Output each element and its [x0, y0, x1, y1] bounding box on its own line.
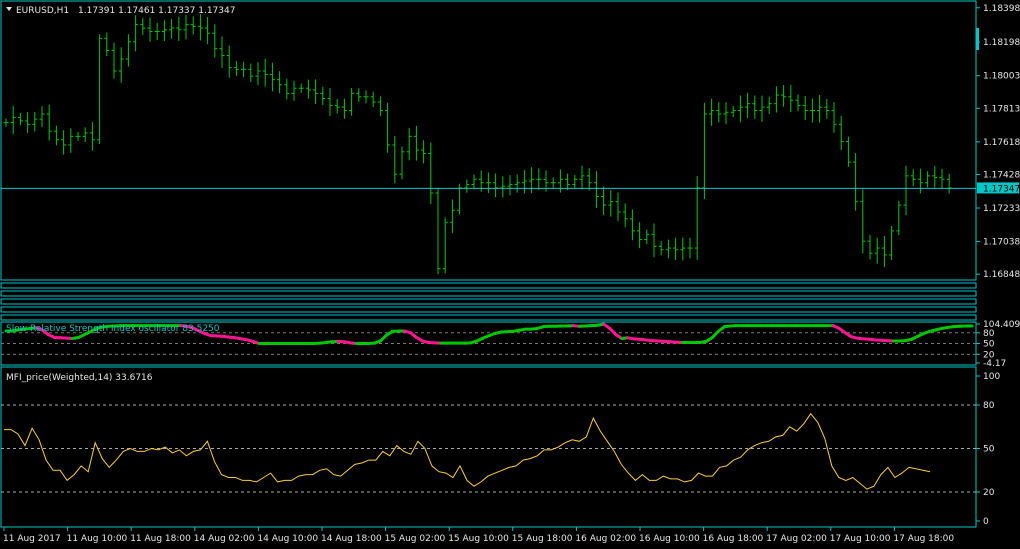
price-axis-label: 1.17813 — [983, 104, 1020, 114]
time-axis-label: 15 Aug 10:00 — [448, 534, 509, 544]
mfi-axis: 100 80 50 20 0 — [976, 372, 1000, 527]
mfi-indicator-label: MFI_price(Weighted,14) 33.6716 — [6, 373, 153, 383]
mfi-axis-label: 50 — [983, 445, 995, 455]
mfi-axis-label: 0 — [983, 517, 989, 527]
rsi-axis: 104.4095805020-4.17 — [976, 320, 1020, 369]
price-scroll-marker[interactable] — [976, 28, 979, 50]
time-axis-label: 16 Aug 10:00 — [639, 534, 700, 544]
rsi-indicator-label: Slow Relative Strength Index oscillator … — [6, 324, 220, 334]
chart-ohlc: 1.17391 1.17461 1.17337 1.17347 — [78, 6, 235, 16]
time-axis-label: 11 Aug 10:00 — [67, 534, 128, 544]
price-axis-label: 1.18003 — [983, 72, 1020, 82]
time-axis-label: 16 Aug 02:00 — [575, 534, 636, 544]
time-axis-label: 14 Aug 02:00 — [194, 534, 255, 544]
time-axis-label: 16 Aug 18:00 — [703, 534, 764, 544]
price-axis-label: 1.17618 — [983, 138, 1020, 148]
price-axis-label: 1.16848 — [983, 270, 1020, 280]
chart-symbol: EURUSD,H1 — [16, 6, 69, 16]
time-axis[interactable]: 11 Aug 2017 11 Aug 10:00 11 Aug 18:00 14 Au… — [3, 527, 954, 544]
time-axis-label: 17 Aug 10:00 — [830, 534, 891, 544]
price-axis-label: 1.17428 — [983, 171, 1020, 181]
trading-chart[interactable]: EURUSD,H1 1.17391 1.17461 1.17337 1.1734… — [0, 0, 1020, 549]
rsi-axis-label: -4.17 — [983, 359, 1006, 369]
price-axis[interactable]: 1.18398 1.18198 1.18003 1.17813 1.17618 1.174… — [976, 4, 1020, 280]
price-axis-label: 1.18198 — [983, 38, 1020, 48]
price-axis-label: 1.18398 — [983, 4, 1020, 14]
indicator-strip — [0, 282, 977, 289]
collapsed-indicator-strips — [0, 282, 977, 321]
rsi-pane[interactable]: Slow Relative Strength Index oscillator … — [0, 321, 977, 366]
mfi-pane[interactable]: MFI_price(Weighted,14) 33.6716 — [0, 366, 977, 528]
main-pane-frame — [0, 0, 977, 281]
mfi-axis-label: 20 — [983, 488, 995, 498]
time-axis-label: 15 Aug 18:00 — [512, 534, 573, 544]
indicator-strip — [0, 314, 977, 321]
indicator-strip — [0, 290, 977, 297]
price-axis-label: 1.17038 — [983, 238, 1020, 248]
current-price-tag-text: 1.17347 — [983, 184, 1020, 194]
rsi-axis-label: 80 — [983, 329, 995, 339]
price-axis-label: 1.17233 — [983, 204, 1020, 214]
time-axis-label: 11 Aug 18:00 — [130, 534, 191, 544]
mfi-axis-label: 80 — [983, 401, 995, 411]
time-axis-label: 17 Aug 02:00 — [766, 534, 827, 544]
indicator-strip — [0, 306, 977, 313]
time-axis-label: 15 Aug 02:00 — [385, 534, 446, 544]
time-axis-label: 11 Aug 2017 — [3, 534, 61, 544]
indicator-strip — [0, 298, 977, 305]
rsi-axis-label: 50 — [983, 340, 995, 350]
time-axis-label: 17 Aug 18:00 — [893, 534, 954, 544]
main-price-pane[interactable]: EURUSD,H1 1.17391 1.17461 1.17337 1.1734… — [0, 0, 977, 281]
mfi-axis-label: 100 — [983, 372, 1000, 382]
mfi-pane-frame — [0, 366, 977, 528]
time-axis-label: 14 Aug 18:00 — [321, 534, 382, 544]
time-axis-label: 14 Aug 10:00 — [257, 534, 318, 544]
current-price-tag: 1.17347 — [977, 182, 1020, 194]
